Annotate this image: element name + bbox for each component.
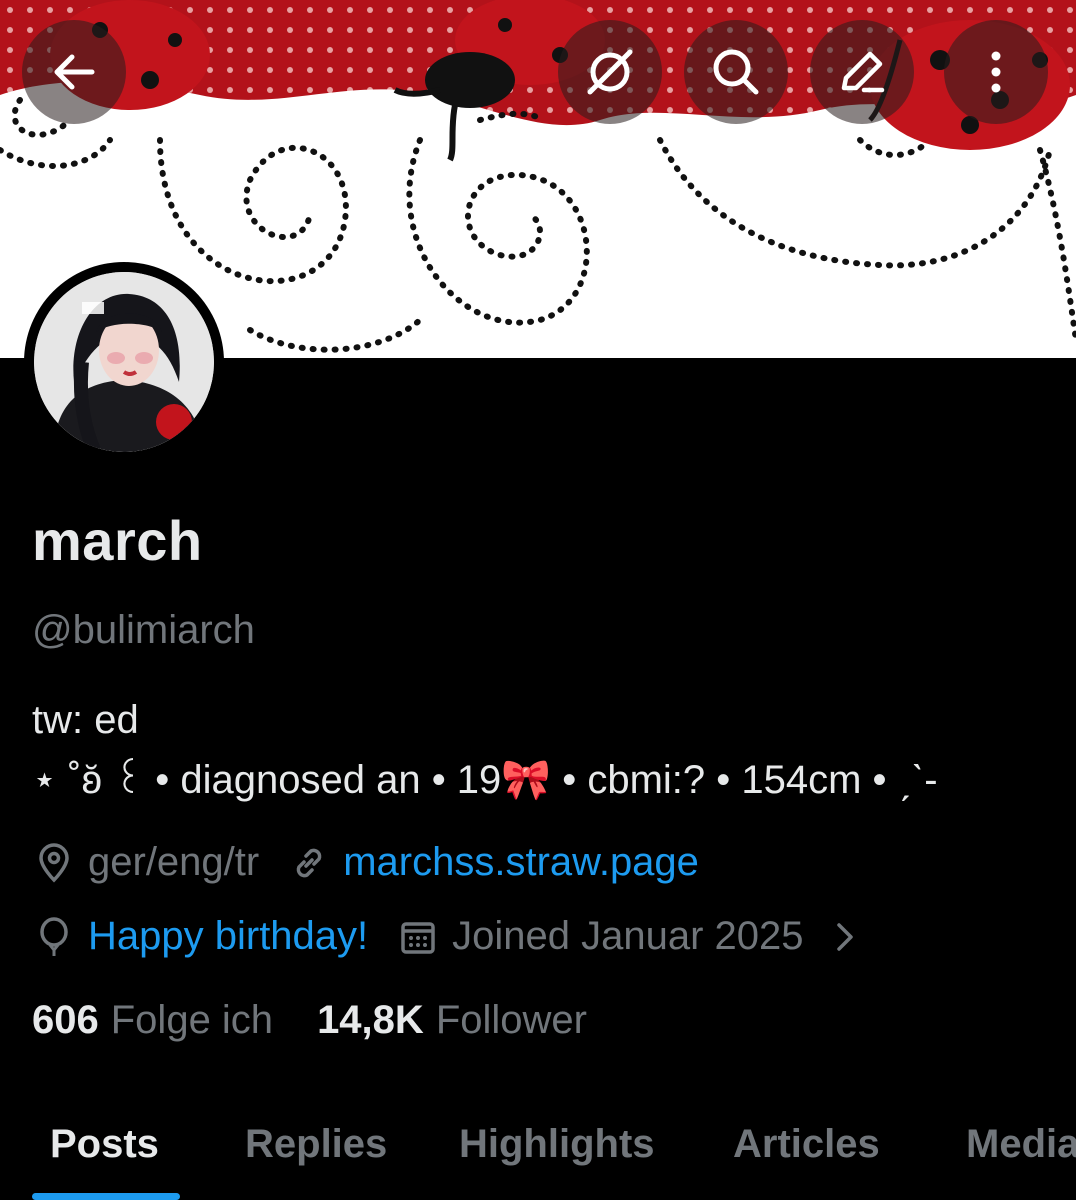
location-icon: [32, 841, 76, 885]
profile-tabs: Posts Replies Highlights Articles Media: [0, 1110, 1076, 1200]
avatar[interactable]: [24, 262, 224, 462]
location-text: ger/eng/tr: [88, 840, 260, 884]
birthday-link[interactable]: Happy birthday!: [88, 914, 368, 959]
tab-replies[interactable]: Replies: [245, 1122, 387, 1167]
calendar-icon: [396, 915, 440, 959]
chevron-right-icon[interactable]: [822, 915, 866, 959]
balloon-icon: [32, 915, 76, 959]
search-button[interactable]: [684, 20, 788, 124]
tab-articles[interactable]: Articles: [733, 1122, 880, 1167]
tab-posts[interactable]: Posts: [50, 1122, 159, 1167]
avatar-image: [34, 272, 214, 452]
back-arrow-icon: [54, 54, 95, 90]
bio-line: tw: ed: [32, 698, 139, 742]
followers-stat[interactable]: 14,8K Follower: [317, 998, 587, 1043]
display-name: march: [32, 509, 203, 572]
followers-label: Follower: [435, 998, 587, 1042]
joined-date: Joined Januar 2025: [452, 914, 804, 958]
follow-stats: 606 Folge ich 14,8K Follower: [32, 998, 587, 1043]
following-label: Folge ich: [110, 998, 274, 1042]
grok-button[interactable]: [558, 20, 662, 124]
search-icon: [713, 49, 759, 95]
website-link[interactable]: marchss.straw.page: [343, 840, 699, 885]
more-icon: [991, 51, 1001, 93]
more-button[interactable]: [944, 20, 1048, 124]
user-handle: @bulimiarch: [32, 608, 255, 652]
bio: tw: ed ⋆ ˚ʚ̆ ꒰ • diagnosed an • 19🎀 • cb…: [32, 690, 938, 810]
tab-media[interactable]: Media: [966, 1122, 1076, 1167]
link-icon: [287, 841, 331, 885]
active-tab-indicator: [32, 1193, 180, 1200]
back-button[interactable]: [22, 20, 126, 124]
bio-line: ⋆ ˚ʚ̆ ꒰ • diagnosed an • 19🎀 • cbmi:? • …: [32, 758, 938, 802]
followers-count: 14,8K: [317, 998, 424, 1042]
edit-icon: [841, 51, 885, 93]
following-count: 606: [32, 998, 99, 1042]
meta-row-location: ger/eng/tr marchss.straw.page: [32, 840, 699, 885]
following-stat[interactable]: 606 Folge ich: [32, 998, 273, 1043]
grok-icon: [587, 49, 633, 95]
meta-row-birthday: Happy birthday! Joined Januar 2025: [32, 914, 878, 959]
tab-highlights[interactable]: Highlights: [459, 1122, 655, 1167]
edit-button[interactable]: [810, 20, 914, 124]
